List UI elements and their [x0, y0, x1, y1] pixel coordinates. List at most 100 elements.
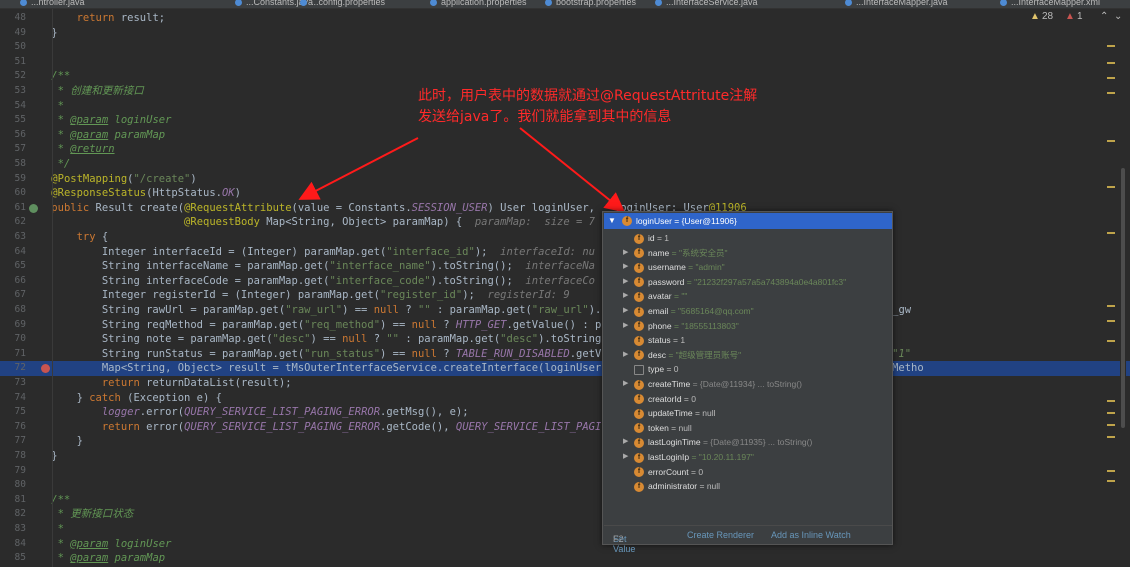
expand-icon[interactable]: ▶: [623, 435, 628, 450]
expand-icon[interactable]: ▶: [623, 275, 628, 290]
line-number[interactable]: 58: [0, 157, 26, 172]
vertical-scrollbar-thumb[interactable]: [1121, 168, 1125, 428]
code-line[interactable]: 51: [0, 55, 1130, 70]
warning-marker[interactable]: [1107, 424, 1115, 426]
line-number[interactable]: 72: [0, 361, 26, 376]
field-row-token[interactable]: f token = null: [603, 421, 893, 436]
field-row-lastLoginIp[interactable]: ▶ f lastLoginIp = "10.20.11.197": [603, 450, 893, 465]
field-row-password[interactable]: ▶ f password = "21232f297a57a5a743894a0e4a…: [603, 275, 893, 290]
field-row-username[interactable]: ▶ f username = "admin": [603, 260, 893, 275]
expand-icon[interactable]: ▶: [623, 348, 628, 363]
code-line[interactable]: 58 */: [0, 157, 1130, 172]
code-line[interactable]: 74 } catch (Exception e) {: [0, 391, 1130, 406]
editor-tab[interactable]: ...InterfaceService.java: [655, 0, 758, 8]
chevron-up-icon[interactable]: ⌃: [1100, 11, 1108, 22]
editor-tab[interactable]: bootstrap.properties: [545, 0, 636, 8]
code-line[interactable]: 70 String note = paramMap.get("desc") ==…: [0, 332, 1130, 347]
code-line[interactable]: 50: [0, 40, 1130, 55]
line-number[interactable]: 61: [0, 201, 26, 216]
warning-count[interactable]: 28: [1042, 11, 1053, 22]
expand-icon[interactable]: ▶: [623, 260, 628, 275]
inspections-widget[interactable]: ▲ 28 ▲ 1 ⌃ ⌄: [1000, 9, 1130, 25]
field-row-updateTime[interactable]: f updateTime = null: [603, 406, 893, 421]
field-row-lastLoginTime[interactable]: ▶ f lastLoginTime = {Date@11935} ... toStr…: [603, 435, 893, 450]
code-line[interactable]: 75 logger.error(QUERY_SERVICE_LIST_PAGIN…: [0, 405, 1130, 420]
field-row-phone[interactable]: ▶ f phone = "18555113803": [603, 319, 893, 334]
warning-marker[interactable]: [1107, 92, 1115, 94]
warning-marker[interactable]: [1107, 62, 1115, 64]
code-line[interactable]: 85 * @param paramMap: [0, 551, 1130, 566]
line-number[interactable]: 66: [0, 274, 26, 289]
warning-marker[interactable]: [1107, 400, 1115, 402]
editor-tab[interactable]: ...ntroller.java: [20, 0, 85, 8]
line-number[interactable]: 64: [0, 245, 26, 260]
code-line[interactable]: 73 return returnDataList(result);: [0, 376, 1130, 391]
code-line[interactable]: 67 Integer registerId = (Integer) paramM…: [0, 288, 1130, 303]
code-line[interactable]: 65 String interfaceName = paramMap.get("…: [0, 259, 1130, 274]
expand-icon[interactable]: ▶: [623, 304, 628, 319]
line-number[interactable]: 80: [0, 478, 26, 493]
code-line[interactable]: 57 * @return: [0, 142, 1130, 157]
line-number[interactable]: 54: [0, 99, 26, 114]
line-number[interactable]: 60: [0, 186, 26, 201]
field-row-administrator[interactable]: f administrator = null: [603, 479, 893, 494]
code-line[interactable]: 66 String interfaceCode = paramMap.get("…: [0, 274, 1130, 289]
line-number[interactable]: 48: [0, 11, 26, 26]
code-line[interactable]: 84 * @param loginUser: [0, 537, 1130, 552]
warning-marker[interactable]: [1107, 412, 1115, 414]
line-number[interactable]: 70: [0, 332, 26, 347]
field-row-id[interactable]: f id = 1: [603, 231, 893, 246]
add-inline-watch-link[interactable]: Add as Inline Watch: [771, 530, 851, 540]
code-line[interactable]: 61 public Result create(@RequestAttribut…: [0, 201, 1130, 216]
line-number[interactable]: 73: [0, 376, 26, 391]
line-number[interactable]: 75: [0, 405, 26, 420]
line-number[interactable]: 56: [0, 128, 26, 143]
warning-marker[interactable]: [1107, 232, 1115, 234]
warning-marker[interactable]: [1107, 320, 1115, 322]
code-line[interactable]: 76 return error(QUERY_SERVICE_LIST_PAGIN…: [0, 420, 1130, 435]
code-line[interactable]: 78 }: [0, 449, 1130, 464]
line-number[interactable]: 78: [0, 449, 26, 464]
code-line[interactable]: 72 Map<String, Object> result = tMsOuter…: [0, 361, 1130, 376]
code-line[interactable]: 52 /**: [0, 69, 1130, 84]
editor-tab[interactable]: ...InterfaceMapper.java: [845, 0, 948, 8]
debugger-variables-popup[interactable]: ▼ f loginUser = {User@11906} f id = 1 ▶ f na…: [602, 211, 893, 554]
field-row-createTime[interactable]: ▶ f createTime = {Date@11934} ... toString…: [603, 377, 893, 392]
code-line[interactable]: 60 @ResponseStatus(HttpStatus.OK): [0, 186, 1130, 201]
line-number[interactable]: 55: [0, 113, 26, 128]
line-number[interactable]: 57: [0, 142, 26, 157]
code-line[interactable]: 68 String rawUrl = paramMap.get("raw_url…: [0, 303, 1130, 318]
line-number[interactable]: 77: [0, 434, 26, 449]
code-line[interactable]: 83 *: [0, 522, 1130, 537]
line-number[interactable]: 82: [0, 507, 26, 522]
code-line[interactable]: 71 String runStatus = paramMap.get("run_…: [0, 347, 1130, 362]
warning-marker[interactable]: [1107, 186, 1115, 188]
expand-icon[interactable]: ▶: [623, 377, 628, 392]
code-line[interactable]: 69 String reqMethod = paramMap.get("req_…: [0, 318, 1130, 333]
bean-icon[interactable]: [29, 203, 38, 213]
warning-marker[interactable]: [1107, 470, 1115, 472]
line-number[interactable]: 63: [0, 230, 26, 245]
line-number[interactable]: 79: [0, 464, 26, 479]
code-line[interactable]: 48 return result;: [0, 11, 1130, 26]
line-number[interactable]: 81: [0, 493, 26, 508]
line-number[interactable]: 83: [0, 522, 26, 537]
expand-icon[interactable]: ▶: [623, 319, 628, 334]
expand-icon[interactable]: ▶: [623, 246, 628, 261]
code-line[interactable]: 56 * @param paramMap: [0, 128, 1130, 143]
expand-icon[interactable]: ▶: [623, 450, 628, 465]
line-number[interactable]: 62: [0, 215, 26, 230]
code-line[interactable]: 63 try {: [0, 230, 1130, 245]
editor-tab[interactable]: ...InterfaceMapper.xml: [1000, 0, 1100, 8]
line-number[interactable]: 59: [0, 172, 26, 187]
line-number[interactable]: 50: [0, 40, 26, 55]
warning-marker[interactable]: [1107, 305, 1115, 307]
line-number[interactable]: 51: [0, 55, 26, 70]
error-count[interactable]: 1: [1077, 11, 1083, 22]
editor-tab[interactable]: ...config.properties: [300, 0, 385, 8]
editor-tab[interactable]: application.properties: [430, 0, 527, 8]
line-number[interactable]: 49: [0, 26, 26, 41]
line-number[interactable]: 65: [0, 259, 26, 274]
warning-marker[interactable]: [1107, 340, 1115, 342]
field-row-type[interactable]: type = 0: [603, 362, 893, 377]
